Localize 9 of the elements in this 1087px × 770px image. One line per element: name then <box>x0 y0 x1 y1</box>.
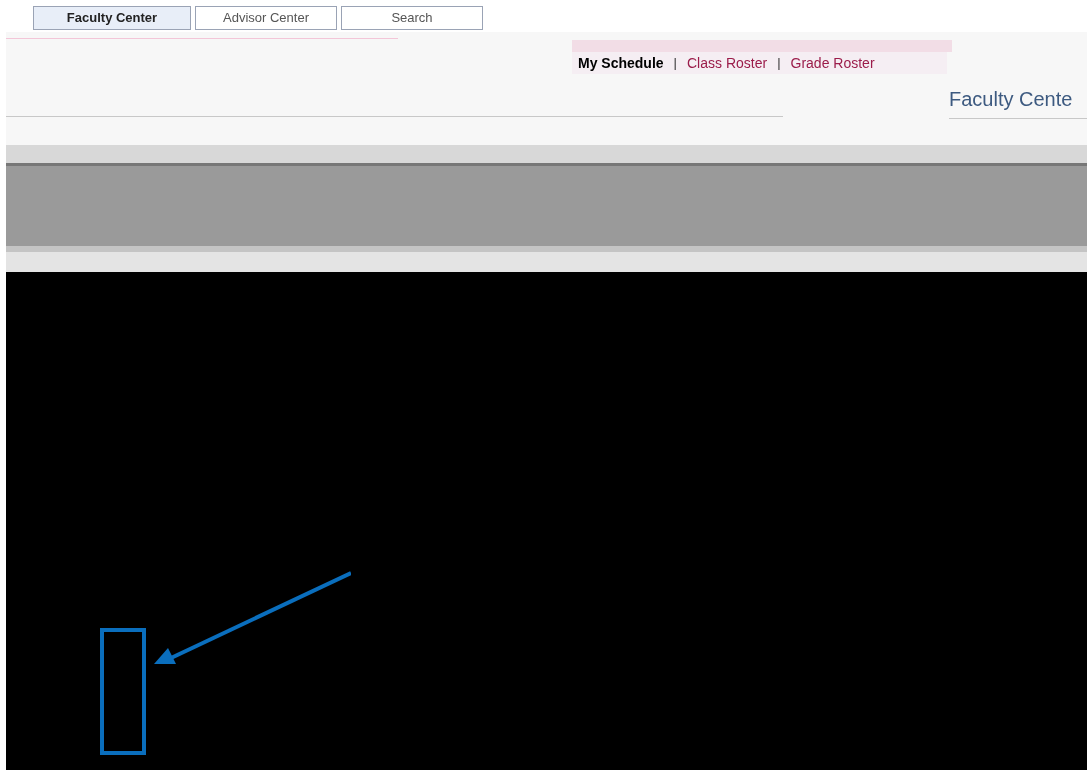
link-separator: | <box>673 54 677 73</box>
top-tab[interactable]: Faculty Center <box>33 6 191 30</box>
page-title: Faculty Cente <box>949 88 1073 110</box>
top-tab[interactable]: Search <box>341 6 483 30</box>
top-tab[interactable]: Advisor Center <box>195 6 337 30</box>
sub-nav-link[interactable]: Class Roster <box>687 52 768 74</box>
link-separator: | <box>777 54 781 73</box>
sub-nav-link[interactable]: My Schedule <box>578 52 664 74</box>
sub-nav-link[interactable]: Grade Roster <box>790 52 875 74</box>
